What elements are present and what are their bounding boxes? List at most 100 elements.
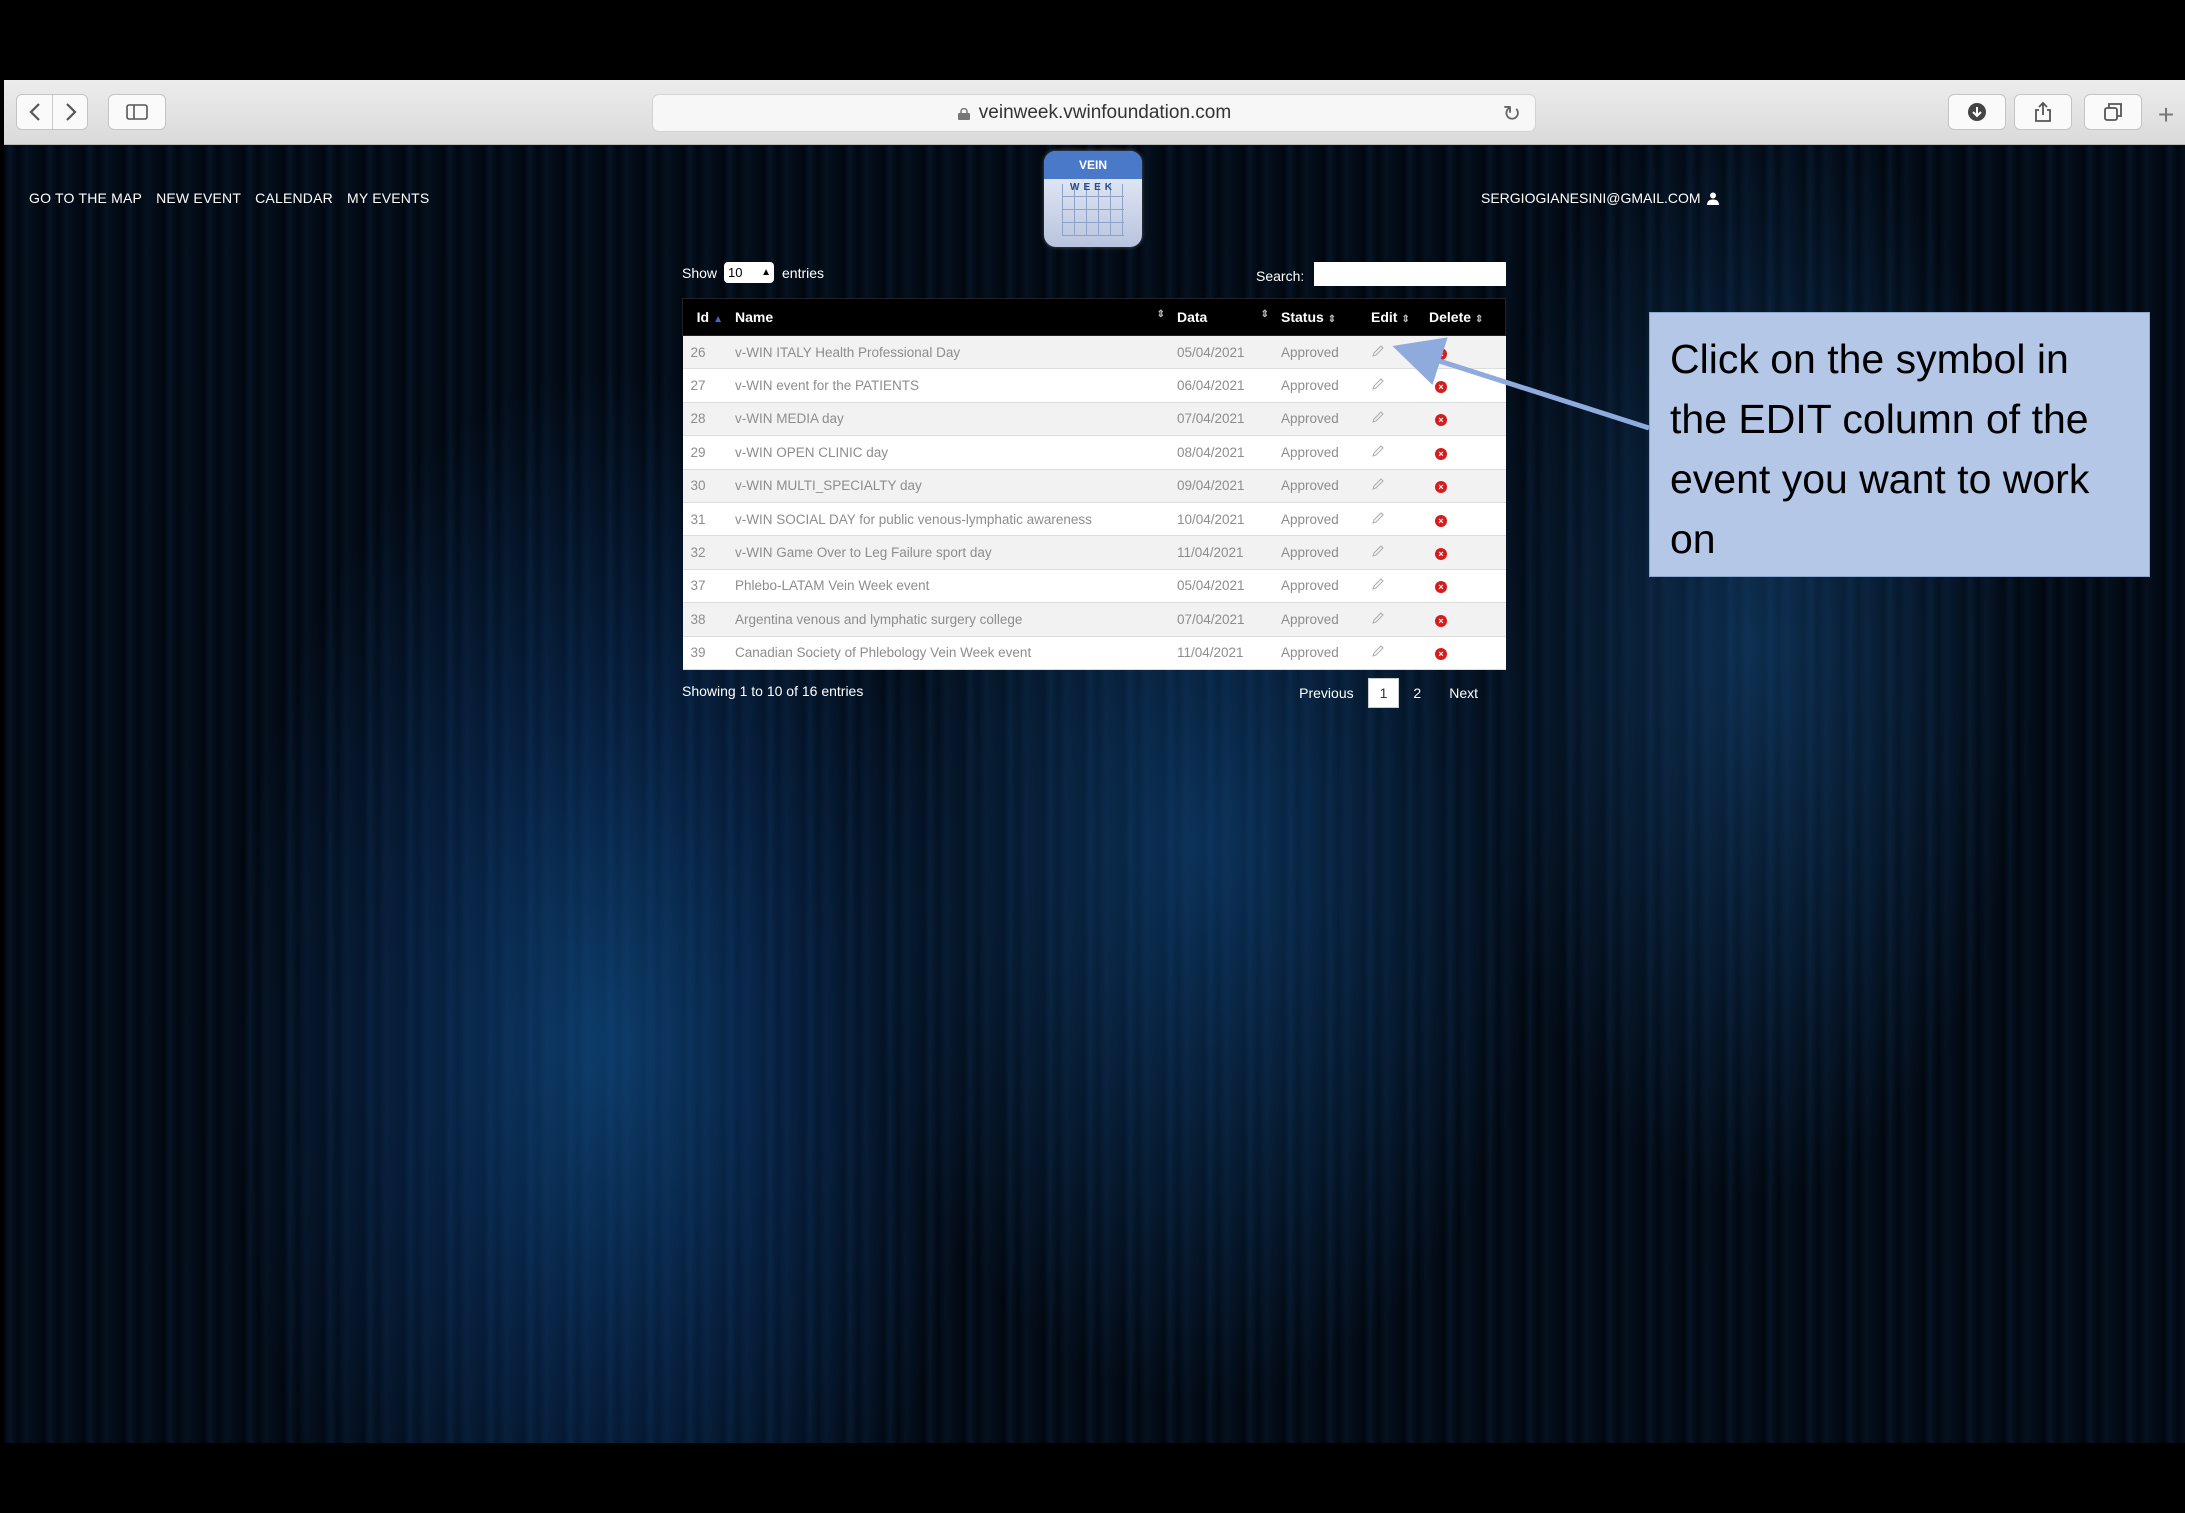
edit-pencil-icon[interactable] [1371, 611, 1385, 625]
logo-subtext: WEEK [1070, 182, 1116, 193]
nav-go-to-map[interactable]: GO TO THE MAP [29, 190, 142, 206]
share-icon [2015, 95, 2071, 129]
delete-icon[interactable]: × [1435, 347, 1447, 360]
tabs-button[interactable] [2084, 94, 2142, 130]
edit-pencil-icon[interactable] [1371, 644, 1385, 658]
cell-status: Approved [1281, 645, 1339, 661]
col-edit[interactable]: Edit ⇕ [1365, 299, 1423, 336]
cell-status: Approved [1281, 411, 1339, 427]
instruction-callout: Click on the symbol in the EDIT column o… [1649, 312, 2150, 577]
cell-delete: × [1423, 469, 1506, 502]
delete-icon[interactable]: × [1435, 581, 1447, 594]
delete-icon[interactable]: × [1435, 548, 1447, 561]
edit-pencil-icon[interactable] [1371, 444, 1385, 458]
cell-delete: × [1423, 436, 1506, 469]
cell-name: v-WIN MEDIA day [735, 411, 844, 427]
col-data[interactable]: Data ⇕ [1171, 299, 1275, 336]
cell-date: 09/04/2021 [1177, 478, 1245, 494]
cell-edit [1365, 569, 1423, 602]
cell-edit [1365, 402, 1423, 435]
sort-icon: ⇕ [1401, 314, 1410, 325]
cell-name: Argentina venous and lymphatic surgery c… [735, 611, 1023, 627]
delete-icon[interactable]: × [1435, 381, 1447, 394]
delete-icon[interactable]: × [1435, 514, 1447, 527]
delete-icon[interactable]: × [1435, 614, 1447, 627]
cell-edit [1365, 502, 1423, 535]
page-1-button[interactable]: 1 [1367, 677, 1400, 708]
events-table-wrapper: Show 10 ▲ entries Search: Id ▲ Name ⇕ Data… [682, 262, 1506, 714]
entries-label: entries [782, 265, 825, 281]
reload-icon[interactable]: ↻ [1503, 101, 1521, 127]
tabs-icon [2085, 95, 2141, 129]
edit-pencil-icon[interactable] [1371, 344, 1385, 358]
cell-id: 27 [690, 378, 706, 394]
new-tab-icon[interactable]: + [2150, 98, 2182, 132]
col-delete[interactable]: Delete ⇕ [1423, 299, 1506, 336]
page-2-button[interactable]: 2 [1399, 679, 1435, 707]
cell-delete: × [1423, 603, 1506, 636]
search-input[interactable] [1314, 262, 1506, 286]
edit-pencil-icon[interactable] [1371, 477, 1385, 491]
download-button[interactable] [1948, 94, 2006, 130]
table-row: 32 v-WIN Game Over to Leg Failure sport d… [682, 535, 1506, 570]
delete-icon[interactable]: × [1435, 447, 1447, 460]
cell-edit [1365, 469, 1423, 502]
nav-my-events[interactable]: MY EVENTS [347, 190, 429, 206]
cell-edit [1365, 436, 1423, 469]
previous-button[interactable]: Previous [1285, 679, 1367, 707]
delete-icon[interactable]: × [1435, 414, 1447, 427]
cell-name: v-WIN ITALY Health Professional Day [735, 344, 961, 360]
edit-pencil-icon[interactable] [1371, 410, 1385, 424]
edit-pencil-icon[interactable] [1371, 511, 1385, 525]
vein-week-logo[interactable]: VEIN WEEK [1044, 151, 1142, 247]
cell-date: 08/04/2021 [1177, 444, 1245, 460]
cell-name: v-WIN SOCIAL DAY for public venous-lymph… [735, 511, 1092, 527]
sort-asc-icon: ▲ [713, 314, 723, 325]
cell-name: Canadian Society of Phlebology Vein Week… [735, 645, 1032, 661]
col-id[interactable]: Id ▲ [683, 299, 730, 336]
user-account[interactable]: SERGIOGIANESINI@GMAIL.COM [1481, 190, 1719, 206]
delete-icon[interactable]: × [1435, 481, 1447, 494]
cell-name: v-WIN OPEN CLINIC day [735, 444, 889, 460]
share-button[interactable] [2014, 94, 2072, 130]
next-button[interactable]: Next [1435, 679, 1492, 707]
cell-name: v-WIN Game Over to Leg Failure sport day [735, 545, 992, 561]
table-row: 37 Phlebo-LATAM Vein Week event 05/04/2021… [682, 569, 1506, 603]
sort-icon: ⇕ [1260, 309, 1269, 320]
cell-id: 29 [690, 444, 706, 460]
pagination: Previous 1 2 Next [1285, 677, 1492, 708]
cell-id: 31 [690, 511, 706, 527]
cell-status: Approved [1281, 545, 1339, 561]
cell-delete: × [1423, 636, 1506, 669]
edit-pencil-icon[interactable] [1371, 544, 1385, 558]
address-bar[interactable]: veinweek.vwinfoundation.com ↻ [652, 94, 1536, 132]
cell-delete: × [1423, 569, 1506, 602]
col-name[interactable]: Name ⇕ [729, 299, 1171, 336]
nav-calendar[interactable]: CALENDAR [255, 190, 333, 206]
table-footer: Showing 1 to 10 of 16 entries Previous 1… [682, 677, 1506, 714]
delete-icon[interactable]: × [1435, 648, 1447, 661]
cell-edit [1365, 369, 1423, 402]
entries-length-select[interactable]: 10 ▲ [724, 262, 774, 283]
edit-pencil-icon[interactable] [1371, 577, 1385, 591]
cell-id: 39 [690, 645, 706, 661]
table-row: 31 v-WIN SOCIAL DAY for public venous-lym… [682, 502, 1506, 536]
cell-edit [1365, 336, 1423, 369]
events-table: Id ▲ Name ⇕ Data ⇕ Status ⇕ Edit ⇕ Delete ⇕ 26… [682, 298, 1506, 670]
forward-icon[interactable] [52, 95, 88, 129]
cell-delete: × [1423, 536, 1506, 569]
table-row: 30 v-WIN MULTI_SPECIALTY day 09/04/2021 App… [682, 469, 1506, 503]
table-header-row: Id ▲ Name ⇕ Data ⇕ Status ⇕ Edit ⇕ Delete ⇕ [682, 298, 1506, 336]
cell-status: Approved [1281, 511, 1339, 527]
cell-status: Approved [1281, 344, 1339, 360]
back-icon[interactable] [17, 95, 52, 129]
cell-id: 32 [690, 545, 706, 561]
edit-pencil-icon[interactable] [1371, 377, 1385, 391]
cell-date: 07/04/2021 [1177, 611, 1245, 627]
col-status[interactable]: Status ⇕ [1275, 299, 1365, 336]
sort-icon: ⇕ [1327, 314, 1337, 325]
cell-id: 28 [690, 411, 706, 427]
nav-new-event[interactable]: NEW EVENT [156, 190, 241, 206]
cell-name: Phlebo-LATAM Vein Week event [735, 578, 930, 594]
sidebar-button[interactable] [108, 94, 166, 130]
